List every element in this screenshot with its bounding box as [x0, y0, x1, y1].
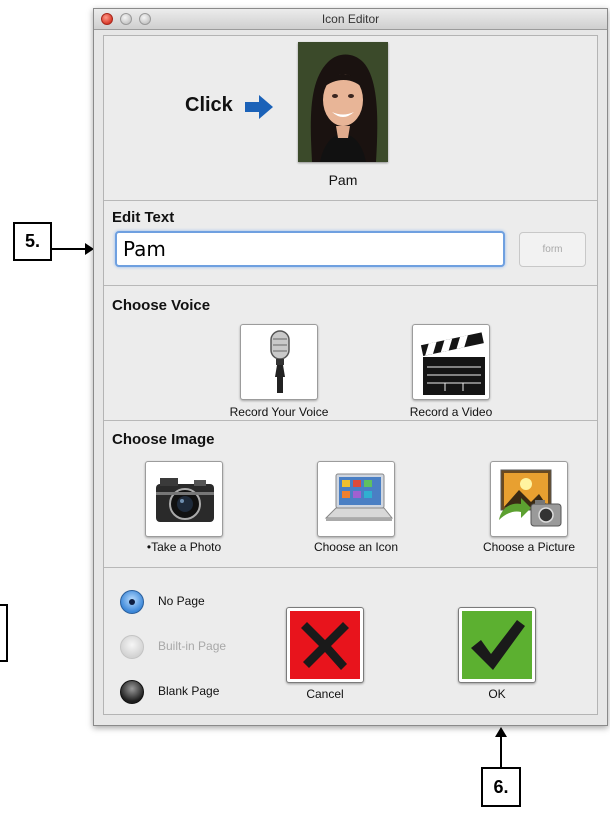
record-video-label: Record a Video	[409, 405, 493, 419]
portrait-section: Click Pam	[104, 36, 597, 201]
title-bar[interactable]: Icon Editor	[94, 9, 607, 30]
arrow-right-icon	[245, 95, 273, 119]
x-mark-icon	[290, 611, 360, 679]
choose-icon-label: Choose an Icon	[313, 540, 399, 554]
click-label: Click	[185, 94, 233, 116]
edit-text-section: Edit Text form	[104, 201, 597, 286]
window-title: Icon Editor	[321, 12, 380, 26]
ok-label: OK	[488, 687, 506, 701]
form-button[interactable]: form	[519, 232, 586, 267]
record-video-button[interactable]	[412, 324, 490, 400]
camera-icon	[156, 478, 214, 522]
choose-image-heading: Choose Image	[112, 431, 215, 448]
label-text-input[interactable]	[115, 231, 505, 267]
check-mark-icon	[462, 611, 532, 679]
laptop-icon	[324, 473, 394, 521]
edit-text-heading: Edit Text	[112, 209, 175, 226]
choose-picture-button[interactable]	[490, 461, 568, 537]
partial-callout-frame	[0, 604, 8, 662]
step-5-label: 5.	[24, 231, 40, 251]
portrait-name: Pam	[328, 172, 358, 188]
step-5-callout: 5.	[13, 222, 52, 261]
blank-page-radio[interactable]	[120, 680, 144, 704]
record-voice-label: Record Your Voice	[229, 405, 329, 419]
blank-page-label: Blank Page	[158, 684, 220, 698]
cancel-button[interactable]	[286, 607, 364, 683]
page-options-section: No Page Built-in Page Blank Page Cancel …	[104, 568, 597, 716]
editor-content: Click Pam Edit Text Pam form Choose Voic…	[103, 35, 598, 715]
no-page-label: No Page	[158, 594, 205, 608]
step-5-arrow	[52, 243, 94, 255]
built-in-page-label: Built-in Page	[158, 639, 227, 653]
icon-editor-window: Icon Editor Click Pam Edit Text Pam form…	[93, 8, 608, 726]
take-photo-button[interactable]	[145, 461, 223, 537]
choose-icon-button[interactable]	[317, 461, 395, 537]
person-portrait-icon	[298, 42, 388, 162]
choose-voice-section: Choose Voice Record Your Voice Record a …	[104, 286, 597, 421]
microphone-icon	[270, 330, 290, 393]
step-6-label: 6.	[493, 777, 509, 797]
choose-picture-label: Choose a Picture	[482, 540, 576, 554]
picture-camera-icon	[499, 469, 562, 527]
record-voice-button[interactable]	[240, 324, 318, 400]
ok-button[interactable]	[458, 607, 536, 683]
cancel-label: Cancel	[306, 687, 344, 701]
portrait-image-button[interactable]	[298, 42, 388, 162]
no-page-radio[interactable]	[120, 590, 144, 614]
choose-image-section: Choose Image •Take a Photo Choose an Ico…	[104, 421, 597, 568]
built-in-page-radio[interactable]	[120, 635, 144, 659]
choose-voice-heading: Choose Voice	[112, 297, 211, 314]
take-photo-label: •Take a Photo	[146, 540, 222, 554]
step-6-arrow	[495, 727, 507, 769]
clapperboard-icon	[420, 332, 485, 395]
step-6-callout: 6.	[481, 767, 521, 807]
